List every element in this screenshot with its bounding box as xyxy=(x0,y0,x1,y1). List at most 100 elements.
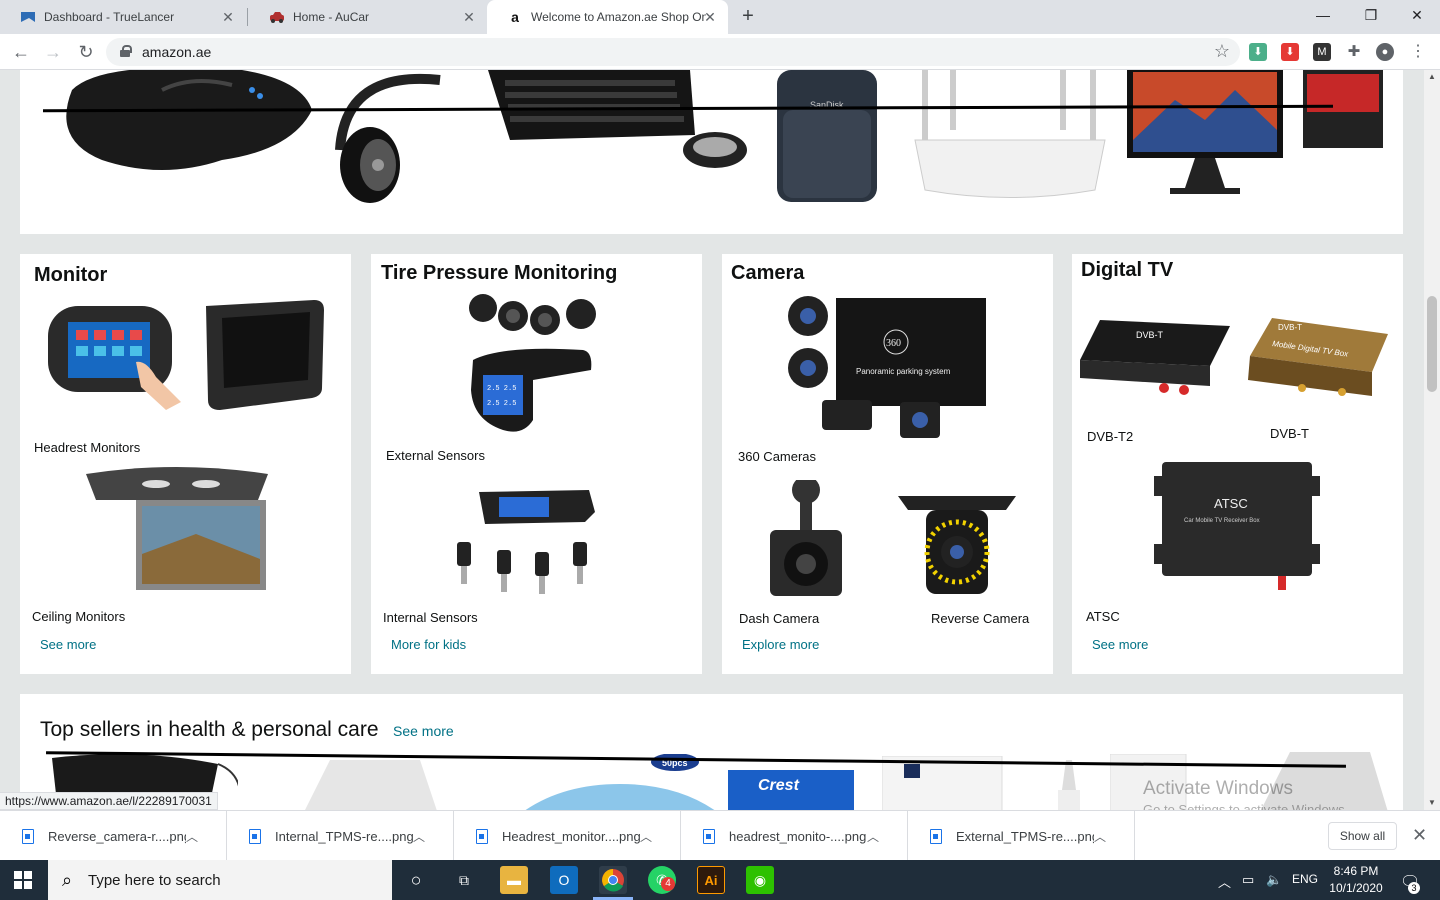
wifi-router-image[interactable] xyxy=(910,70,1110,200)
volume-icon[interactable]: 🔈 xyxy=(1266,872,1282,888)
outlook-icon[interactable]: O xyxy=(550,866,578,894)
close-icon[interactable]: ✕ xyxy=(702,9,718,25)
status-url-bubble: https://www.amazon.ae/l/22289170031 xyxy=(0,792,218,810)
file-explorer-icon[interactable]: ▬ xyxy=(500,866,528,894)
page-content: SanDisk Monitor Headrest Monitors Ceilin… xyxy=(0,70,1424,810)
card-title: Tire Pressure Monitoring xyxy=(381,262,618,284)
address-bar[interactable]: amazon.ae ☆ xyxy=(106,38,1240,66)
more-for-kids-link[interactable]: More for kids xyxy=(391,637,466,652)
extensions-puzzle-icon[interactable]: ✚ xyxy=(1345,43,1363,61)
close-icon[interactable]: ✕ xyxy=(1412,825,1427,846)
item-label[interactable]: Ceiling Monitors xyxy=(32,609,125,624)
tab-aucar[interactable]: Home - AuCar ✕ xyxy=(249,0,487,34)
item-label[interactable]: Headrest Monitors xyxy=(34,440,140,455)
menu-kebab-icon[interactable]: ⋮ xyxy=(1409,43,1427,61)
close-icon[interactable]: ✕ xyxy=(461,9,477,25)
item-label[interactable]: 360 Cameras xyxy=(738,449,816,464)
chevron-up-icon[interactable]: ︿ xyxy=(1218,872,1231,891)
svg-text:2.5 2.5: 2.5 2.5 xyxy=(487,400,516,408)
dropper-product-image[interactable] xyxy=(1050,760,1090,810)
memory-card-image[interactable] xyxy=(1303,70,1383,150)
receiver-label-text: Car Mobile TV Receiver Box xyxy=(1184,518,1260,524)
dvb-t2-box-image[interactable]: DVB-T xyxy=(1080,316,1230,402)
close-icon[interactable]: ✕ xyxy=(220,9,236,25)
item-label[interactable]: ATSC xyxy=(1086,609,1120,624)
chevron-up-icon[interactable]: ︿ xyxy=(640,828,652,845)
internal-sensors-image[interactable] xyxy=(449,482,604,607)
download-item[interactable]: Internal_TPMS-re....png ︿ xyxy=(227,811,454,861)
windows-start-icon[interactable] xyxy=(14,871,32,889)
downloader-extension-icon[interactable]: ⬇ xyxy=(1281,43,1299,61)
external-sensors-image[interactable]: 2.5 2.5 2.5 2.5 xyxy=(463,290,609,440)
wechat-icon[interactable]: ◉ xyxy=(746,866,774,894)
section-title: Top sellers in health & personal care xyxy=(40,718,379,741)
dvb-t-logo-text: DVB-T xyxy=(1278,323,1302,332)
new-tab-button[interactable]: + xyxy=(738,6,758,26)
item-label[interactable]: Dash Camera xyxy=(739,611,819,626)
scrollbar-thumb[interactable] xyxy=(1427,296,1437,392)
chrome-icon[interactable] xyxy=(599,866,627,894)
vertical-scrollbar[interactable]: ▲ ▼ xyxy=(1424,70,1440,810)
item-label[interactable]: DVB-T2 xyxy=(1087,429,1133,444)
gaming-mouse-image[interactable] xyxy=(42,70,332,190)
network-icon[interactable]: ▭ xyxy=(1242,872,1254,888)
chevron-up-icon[interactable]: ︿ xyxy=(867,828,879,845)
profile-avatar-icon[interactable]: ● xyxy=(1376,43,1394,61)
item-label[interactable]: DVB-T xyxy=(1270,426,1309,441)
taskbar-search-box[interactable]: ⌕ Type here to search xyxy=(48,860,392,900)
bookmark-star-icon[interactable]: ☆ xyxy=(1214,41,1230,62)
chevron-up-icon[interactable]: ︿ xyxy=(186,828,198,845)
file-icon xyxy=(476,828,488,844)
download-item[interactable]: External_TPMS-re....png ︿ xyxy=(908,811,1135,861)
atsc-box-image[interactable]: ATSC Car Mobile TV Receiver Box xyxy=(1154,456,1322,596)
notification-count: 3 xyxy=(1408,882,1420,894)
chevron-up-icon[interactable]: ︿ xyxy=(1094,828,1106,845)
item-label[interactable]: External Sensors xyxy=(386,448,485,463)
dvb-t-box-image[interactable]: DVB-T Mobile Digital TV Box xyxy=(1242,316,1390,411)
show-all-button[interactable]: Show all xyxy=(1328,822,1397,850)
cortana-icon[interactable]: ○ xyxy=(402,866,430,894)
reload-icon[interactable]: ↻ xyxy=(74,40,98,64)
products-banner: SanDisk xyxy=(20,70,1403,234)
minimize-icon[interactable]: — xyxy=(1300,0,1346,30)
see-more-link[interactable]: See more xyxy=(1092,637,1148,652)
reverse-camera-image[interactable] xyxy=(896,490,1018,598)
portable-ssd-image[interactable]: SanDisk xyxy=(775,70,880,205)
chevron-up-icon[interactable]: ︿ xyxy=(413,828,425,845)
language-indicator[interactable]: ENG xyxy=(1292,872,1318,886)
back-arrow-icon[interactable]: ← xyxy=(9,40,33,64)
dash-camera-image[interactable] xyxy=(766,480,846,598)
ceiling-monitor-image[interactable] xyxy=(86,464,271,592)
headset-image[interactable] xyxy=(320,70,460,205)
headrest-monitor-image[interactable] xyxy=(46,302,186,412)
tab-truelancer[interactable]: Dashboard - TrueLancer ✕ xyxy=(0,0,246,34)
face-masks-product-image[interactable]: 50pcs xyxy=(520,754,720,810)
see-more-link[interactable]: See more xyxy=(40,637,96,652)
wipes-product-image[interactable] xyxy=(300,760,440,810)
scroll-up-icon[interactable]: ▲ xyxy=(1428,72,1436,81)
item-label[interactable]: Internal Sensors xyxy=(383,610,478,625)
task-view-icon[interactable]: ⧉ xyxy=(450,866,478,894)
tab-divider xyxy=(247,8,248,26)
file-icon xyxy=(22,828,34,844)
system-clock[interactable]: 8:46 PM 10/1/2020 xyxy=(1318,863,1394,897)
desktop-monitor-image[interactable] xyxy=(1125,70,1285,200)
explore-more-link[interactable]: Explore more xyxy=(742,637,819,652)
toothpaste-product-image[interactable]: Crest xyxy=(728,756,856,810)
forward-arrow-icon[interactable]: → xyxy=(41,40,65,64)
mail-extension-icon[interactable]: M xyxy=(1313,43,1331,61)
scroll-down-icon[interactable]: ▼ xyxy=(1428,798,1436,807)
download-extension-icon[interactable]: ⬇ xyxy=(1249,43,1267,61)
item-label[interactable]: Reverse Camera xyxy=(931,611,1029,626)
360-camera-image[interactable]: 360 Panoramic parking system xyxy=(784,292,994,442)
download-item[interactable]: Reverse_camera-r....png ︿ xyxy=(0,811,227,861)
portable-monitor-image[interactable] xyxy=(202,298,327,418)
download-item[interactable]: Headrest_monitor....png ︿ xyxy=(454,811,681,861)
close-window-icon[interactable]: ✕ xyxy=(1394,0,1440,30)
keyboard-mouse-image[interactable] xyxy=(480,70,750,175)
tab-amazon[interactable]: a Welcome to Amazon.ae Shop Onl ✕ xyxy=(487,0,728,34)
see-more-link[interactable]: See more xyxy=(393,723,454,739)
maximize-icon[interactable]: ❐ xyxy=(1348,0,1394,30)
download-item[interactable]: headrest_monito-....png ︿ xyxy=(681,811,908,861)
illustrator-icon[interactable]: Ai xyxy=(697,866,725,894)
